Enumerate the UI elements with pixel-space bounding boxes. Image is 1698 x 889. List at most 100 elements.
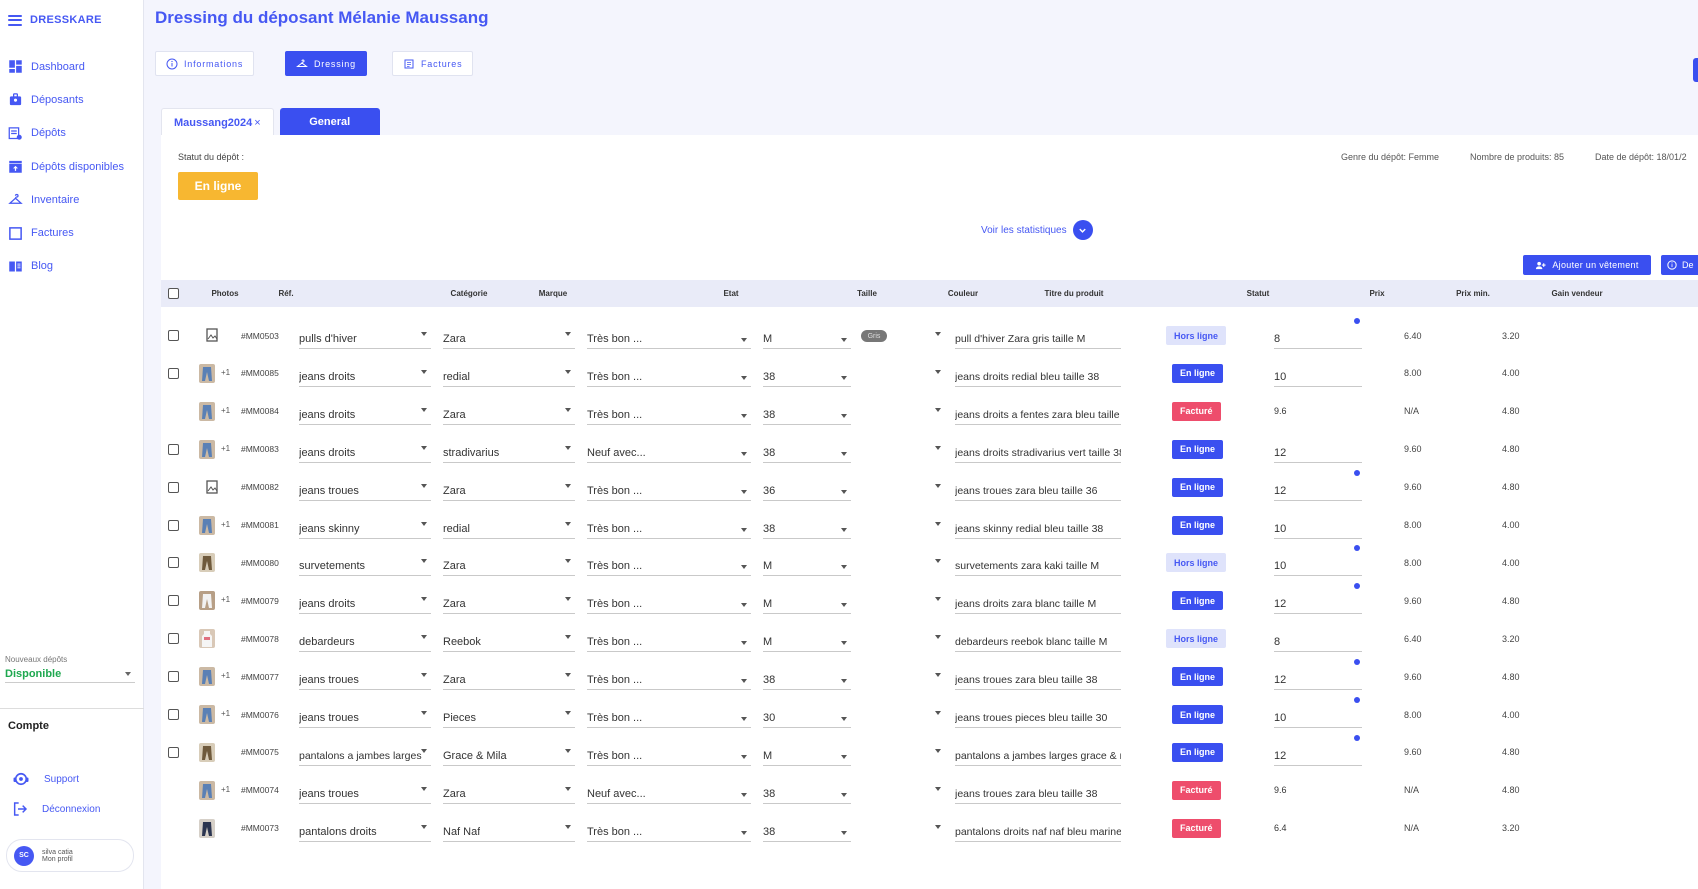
taille-select[interactable]: 30: [763, 702, 851, 728]
taille-select[interactable]: 38: [763, 778, 851, 804]
product-title-input[interactable]: jeans droits zara blanc taille M: [955, 588, 1121, 615]
profile-card[interactable]: SC silva catia Mon profil: [6, 839, 134, 872]
categorie-select[interactable]: pantalons droits: [299, 816, 431, 842]
marque-select[interactable]: Zara: [443, 664, 575, 691]
taille-select[interactable]: 38: [763, 816, 851, 842]
product-title-input[interactable]: jeans droits redial bleu taille 38: [955, 361, 1121, 387]
image-placeholder-icon[interactable]: [204, 326, 220, 345]
product-photo[interactable]: [199, 553, 215, 573]
couleur-select[interactable]: [861, 626, 945, 652]
product-title-input[interactable]: jeans troues pieces bleu taille 30: [955, 702, 1121, 728]
sidebar-item-dépôts-disponibles[interactable]: Dépôts disponibles: [8, 150, 124, 183]
status-badge[interactable]: Hors ligne: [1166, 629, 1227, 649]
etat-select[interactable]: Très bon ...: [587, 740, 751, 766]
row-checkbox[interactable]: [168, 443, 179, 455]
marque-select[interactable]: redial: [443, 513, 575, 539]
row-checkbox[interactable]: [168, 481, 179, 493]
etat-select[interactable]: Très bon ...: [587, 361, 751, 387]
status-badge[interactable]: Facturé: [1172, 401, 1221, 421]
marque-select[interactable]: Zara: [443, 778, 575, 804]
support-link[interactable]: Support: [12, 770, 79, 788]
status-badge[interactable]: En ligne: [1172, 363, 1224, 383]
status-badge[interactable]: Hors ligne: [1166, 326, 1227, 345]
row-checkbox[interactable]: [168, 671, 179, 683]
etat-select[interactable]: Neuf avec...: [587, 778, 751, 804]
product-photo[interactable]: [199, 667, 215, 687]
categorie-select[interactable]: jeans droits: [299, 437, 431, 463]
right-edge-button[interactable]: [1693, 58, 1698, 82]
categorie-select[interactable]: jeans troues: [299, 475, 431, 501]
row-checkbox[interactable]: [168, 633, 179, 645]
product-title-input[interactable]: jeans skinny redial bleu taille 38: [955, 513, 1121, 539]
product-photo[interactable]: [199, 591, 215, 611]
marque-select[interactable]: Pieces: [443, 702, 575, 728]
product-title-input[interactable]: jeans troues zara bleu taille 36: [955, 475, 1121, 501]
price-input[interactable]: 8: [1274, 626, 1362, 653]
close-icon[interactable]: ×: [254, 117, 260, 129]
sidebar-item-dashboard[interactable]: Dashboard: [8, 50, 124, 83]
sidebar-item-factures[interactable]: Factures: [8, 216, 124, 249]
etat-select[interactable]: Très bon ...: [587, 475, 751, 501]
couleur-select[interactable]: [861, 361, 945, 387]
tab-dressing-button[interactable]: Dressing: [285, 51, 367, 76]
couleur-select[interactable]: [861, 702, 945, 728]
taille-select[interactable]: 38: [763, 361, 851, 387]
taille-select[interactable]: 38: [763, 664, 851, 691]
product-photo[interactable]: [199, 780, 215, 800]
etat-select[interactable]: Très bon ...: [587, 588, 751, 615]
sidebar-item-dépôts[interactable]: Dépôts: [8, 117, 124, 150]
product-photo[interactable]: [199, 439, 215, 459]
marque-select[interactable]: Zara: [443, 550, 575, 577]
marque-select[interactable]: Grace & Mila: [443, 740, 575, 766]
marque-select[interactable]: Zara: [443, 475, 575, 501]
product-photo[interactable]: [199, 742, 215, 762]
couleur-select[interactable]: [861, 588, 945, 614]
tab-maussang2024[interactable]: Maussang2024 ×: [161, 108, 274, 136]
price-input[interactable]: 10: [1274, 702, 1362, 728]
categorie-select[interactable]: jeans droits: [299, 361, 431, 387]
row-checkbox[interactable]: [168, 746, 179, 758]
row-checkbox[interactable]: [168, 519, 179, 531]
taille-select[interactable]: 36: [763, 475, 851, 501]
product-photo[interactable]: [199, 629, 215, 649]
product-title-input[interactable]: debardeurs reebok blanc taille M: [955, 626, 1121, 653]
voir-statistiques-link[interactable]: Voir les statistiques: [981, 220, 1093, 240]
product-title-input[interactable]: pantalons a jambes larges grace & mila: [955, 740, 1121, 766]
menu-icon[interactable]: [8, 14, 22, 26]
couleur-select[interactable]: [861, 437, 945, 463]
couleur-select[interactable]: [861, 740, 945, 766]
product-title-input[interactable]: pantalons droits naf naf bleu marine: [955, 816, 1121, 842]
price-input[interactable]: 10: [1274, 550, 1362, 577]
categorie-select[interactable]: jeans troues: [299, 702, 431, 728]
product-title-input[interactable]: survetements zara kaki taille M: [955, 550, 1121, 577]
status-badge[interactable]: En ligne: [1172, 667, 1224, 687]
status-badge[interactable]: Facturé: [1172, 780, 1221, 800]
product-photo[interactable]: [199, 515, 215, 535]
product-title-input[interactable]: jeans troues zara bleu taille 38: [955, 664, 1121, 691]
logout-link[interactable]: Déconnexion: [12, 801, 100, 817]
marque-select[interactable]: stradivarius: [443, 437, 575, 463]
details-button[interactable]: De: [1661, 255, 1698, 275]
taille-select[interactable]: 38: [763, 399, 851, 425]
categorie-select[interactable]: pulls d'hiver: [299, 323, 431, 349]
row-checkbox[interactable]: [168, 330, 179, 341]
categorie-select[interactable]: jeans droits: [299, 399, 431, 425]
categorie-select[interactable]: jeans skinny: [299, 513, 431, 539]
product-photo[interactable]: [199, 705, 215, 724]
row-checkbox[interactable]: [168, 595, 179, 607]
row-checkbox[interactable]: [168, 709, 179, 720]
categorie-select[interactable]: pantalons a jambes larges: [299, 740, 431, 766]
marque-select[interactable]: Zara: [443, 588, 575, 615]
status-badge[interactable]: En ligne: [1172, 705, 1224, 724]
sidebar-item-blog[interactable]: Blog: [8, 250, 124, 283]
marque-select[interactable]: redial: [443, 361, 575, 387]
image-placeholder-icon[interactable]: [204, 478, 220, 497]
status-badge[interactable]: En ligne: [1172, 742, 1224, 762]
marque-select[interactable]: Zara: [443, 399, 575, 425]
etat-select[interactable]: Très bon ...: [587, 399, 751, 425]
couleur-select[interactable]: [861, 816, 945, 842]
couleur-select[interactable]: [861, 550, 945, 576]
product-photo[interactable]: [199, 818, 215, 838]
profile-link[interactable]: Mon profil: [42, 856, 73, 863]
status-badge[interactable]: En ligne: [1172, 477, 1224, 497]
